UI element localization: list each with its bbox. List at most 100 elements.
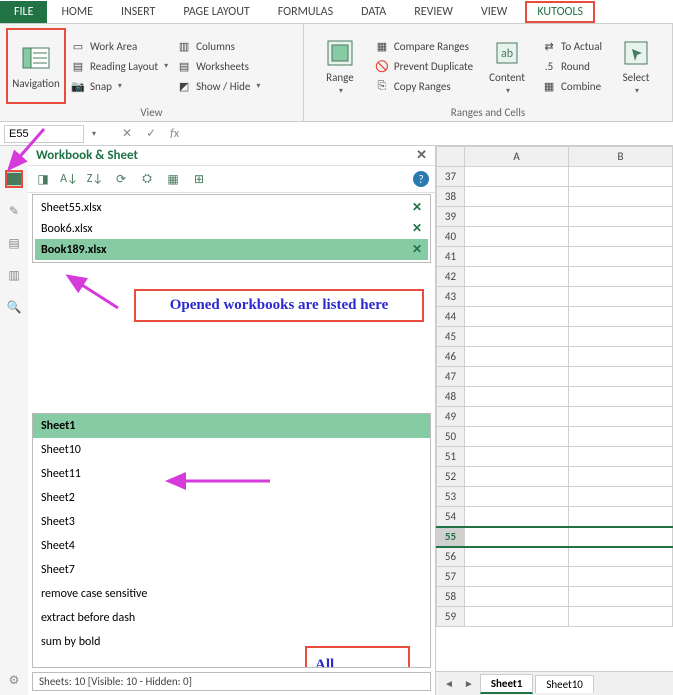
cell[interactable] — [569, 587, 673, 607]
row-header[interactable]: 47 — [437, 367, 465, 387]
tab-insert[interactable]: INSERT — [107, 1, 169, 23]
navigation-button[interactable]: Navigation — [6, 28, 66, 104]
select-button[interactable]: Select▾ — [606, 28, 666, 104]
cell[interactable] — [569, 547, 673, 567]
row-header[interactable]: 57 — [437, 567, 465, 587]
to-actual-button[interactable]: ⇄To Actual — [541, 38, 602, 54]
cell[interactable] — [465, 407, 569, 427]
close-workbook-icon[interactable]: ✕ — [412, 242, 422, 257]
cell[interactable] — [465, 367, 569, 387]
cell[interactable] — [569, 187, 673, 207]
row-header[interactable]: 46 — [437, 347, 465, 367]
cell[interactable] — [465, 587, 569, 607]
fx-button[interactable]: fx — [166, 127, 183, 141]
row-header[interactable]: 44 — [437, 307, 465, 327]
cell[interactable] — [465, 207, 569, 227]
prevent-duplicate-button[interactable]: 🚫Prevent Duplicate — [374, 58, 473, 74]
tab-review[interactable]: REVIEW — [400, 1, 467, 23]
work-area-button[interactable]: ▭Work Area — [70, 38, 168, 54]
row-header[interactable]: 40 — [437, 227, 465, 247]
row-header[interactable]: 42 — [437, 267, 465, 287]
tab-scroll-right[interactable]: ► — [460, 677, 478, 690]
workbook-sheet-tab-icon[interactable] — [5, 170, 23, 188]
row-header[interactable]: 45 — [437, 327, 465, 347]
sheet-row[interactable]: Sheet10 — [33, 438, 430, 462]
row-header[interactable]: 43 — [437, 287, 465, 307]
sheet-row[interactable]: remove case sensitive — [33, 582, 430, 606]
row-header[interactable]: 50 — [437, 427, 465, 447]
sheet-row[interactable]: Sheet2 — [33, 486, 430, 510]
combine-button[interactable]: ▦Combine — [541, 78, 602, 94]
cell[interactable] — [465, 307, 569, 327]
row-header[interactable]: 58 — [437, 587, 465, 607]
cell[interactable] — [465, 547, 569, 567]
sheet-row[interactable]: Sheet11 — [33, 462, 430, 486]
cell[interactable] — [465, 187, 569, 207]
tab-page-layout[interactable]: PAGE LAYOUT — [169, 1, 263, 23]
sheet-row[interactable]: Sheet1 — [33, 414, 430, 438]
round-button[interactable]: .5Round — [541, 58, 602, 74]
cell[interactable] — [569, 307, 673, 327]
cell[interactable] — [465, 507, 569, 527]
cell[interactable] — [465, 487, 569, 507]
cell[interactable] — [569, 267, 673, 287]
row-header[interactable]: 41 — [437, 247, 465, 267]
name-box-dropdown[interactable]: ▾ — [92, 129, 96, 139]
row-header[interactable]: 37 — [437, 167, 465, 187]
cell[interactable] — [465, 287, 569, 307]
cell[interactable] — [569, 407, 673, 427]
cell[interactable] — [465, 387, 569, 407]
cell[interactable] — [465, 567, 569, 587]
cell[interactable] — [569, 467, 673, 487]
tab-formulas[interactable]: FORMULAS — [264, 1, 347, 23]
name-manager-tab-icon[interactable]: ▤ — [5, 234, 23, 252]
select-all-corner[interactable] — [437, 147, 465, 167]
tab-view[interactable]: VIEW — [467, 1, 521, 23]
show-hide-button[interactable]: ◩Show / Hide▾ — [176, 78, 260, 94]
more-icon[interactable]: ⊞ — [190, 170, 208, 188]
close-workbook-icon[interactable]: ✕ — [412, 221, 422, 236]
cell[interactable] — [569, 167, 673, 187]
worksheets-button[interactable]: ▤Worksheets — [176, 58, 260, 74]
cell[interactable] — [569, 527, 673, 547]
help-icon[interactable]: ? — [413, 171, 429, 187]
cell[interactable] — [569, 367, 673, 387]
row-header[interactable]: 56 — [437, 547, 465, 567]
cell[interactable] — [569, 247, 673, 267]
cell[interactable] — [465, 327, 569, 347]
row-header[interactable]: 59 — [437, 607, 465, 627]
find-replace-tab-icon[interactable]: 🔍 — [5, 298, 23, 316]
cell[interactable] — [465, 427, 569, 447]
content-button[interactable]: ab Content▾ — [477, 28, 537, 104]
cell[interactable] — [465, 347, 569, 367]
col-header-B[interactable]: B — [569, 147, 673, 167]
cell[interactable] — [465, 267, 569, 287]
cell[interactable] — [569, 427, 673, 447]
accept-formula-button[interactable]: ✓ — [142, 126, 160, 141]
row-header[interactable]: 54 — [437, 507, 465, 527]
cell[interactable] — [465, 467, 569, 487]
close-pane-button[interactable]: ✕ — [416, 148, 427, 163]
cell[interactable] — [569, 447, 673, 467]
workbook-row[interactable]: Sheet55.xlsx✕ — [35, 197, 428, 218]
tab-file[interactable]: FILE — [0, 1, 47, 23]
sheet-row[interactable]: Sheet7 — [33, 558, 430, 582]
cell[interactable] — [465, 247, 569, 267]
reading-layout-button[interactable]: ▤Reading Layout▾ — [70, 58, 168, 74]
sort-asc-icon[interactable]: A↓ — [60, 170, 78, 188]
cell[interactable] — [465, 447, 569, 467]
tab-data[interactable]: DATA — [347, 1, 400, 23]
range-button[interactable]: Range▾ — [310, 28, 370, 104]
row-header[interactable]: 49 — [437, 407, 465, 427]
sheet-tab-active[interactable]: Sheet1 — [480, 674, 534, 694]
row-header[interactable]: 52 — [437, 467, 465, 487]
column-list-tab-icon[interactable]: ▥ — [5, 266, 23, 284]
sheet-row[interactable]: Sheet4 — [33, 534, 430, 558]
cell[interactable] — [569, 507, 673, 527]
cell[interactable] — [569, 207, 673, 227]
autotext-tab-icon[interactable]: ✎ — [5, 202, 23, 220]
copy-ranges-button[interactable]: ⎘Copy Ranges — [374, 78, 473, 94]
name-box[interactable] — [4, 125, 84, 143]
row-header[interactable]: 55 — [437, 527, 465, 547]
cell[interactable] — [569, 567, 673, 587]
